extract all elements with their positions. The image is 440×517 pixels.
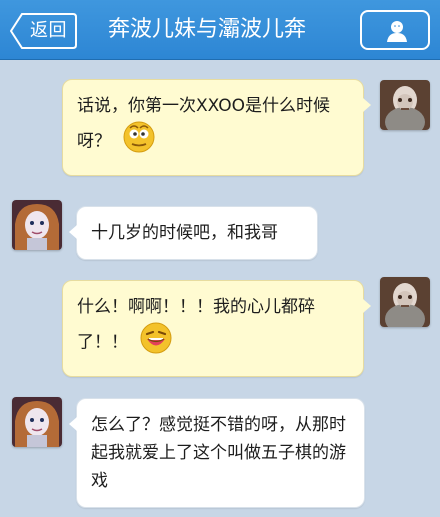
avatar-right-2[interactable] — [380, 277, 430, 327]
message-bubble[interactable]: 怎么了？感觉挺不错的呀，从那时起我就爱上了这个叫做五子棋的游戏 — [69, 398, 365, 508]
message-text: 话说，你第一次XXOO是什么时候呀？ — [77, 96, 330, 152]
message-bubble[interactable]: 话说，你第一次XXOO是什么时候呀？ — [62, 79, 371, 176]
message-bubble[interactable]: 十几岁的时候吧，和我哥 — [69, 206, 318, 260]
avatar-image — [12, 200, 62, 250]
message-bubble[interactable]: 什么！啊啊！！！我的心儿都碎了！！ — [62, 280, 371, 377]
chat-title: 奔波儿妹与灞波儿奔 — [108, 17, 307, 42]
person-icon — [387, 21, 407, 42]
avatar-image — [380, 80, 430, 130]
avatar-image — [380, 277, 430, 327]
message-text: 十几岁的时候吧，和我哥 — [91, 223, 278, 243]
profile-button[interactable] — [360, 10, 430, 50]
back-button[interactable]: 返回 — [10, 13, 77, 49]
avatar-left-2[interactable] — [12, 397, 62, 447]
avatar-image — [12, 397, 62, 447]
avatar-right-1[interactable] — [380, 80, 430, 130]
emoji-laughing-face-icon — [139, 321, 173, 364]
emoji-curious-face-icon — [122, 120, 156, 163]
top-navigation-bar: 返回 奔波儿妹与灞波儿奔 — [0, 0, 440, 60]
back-label: 返回 — [30, 20, 67, 41]
message-text: 怎么了？感觉挺不错的呀，从那时起我就爱上了这个叫做五子棋的游戏 — [91, 415, 346, 491]
message-text: 什么！啊啊！！！我的心儿都碎了！！ — [77, 297, 315, 353]
avatar-left-1[interactable] — [12, 200, 62, 250]
